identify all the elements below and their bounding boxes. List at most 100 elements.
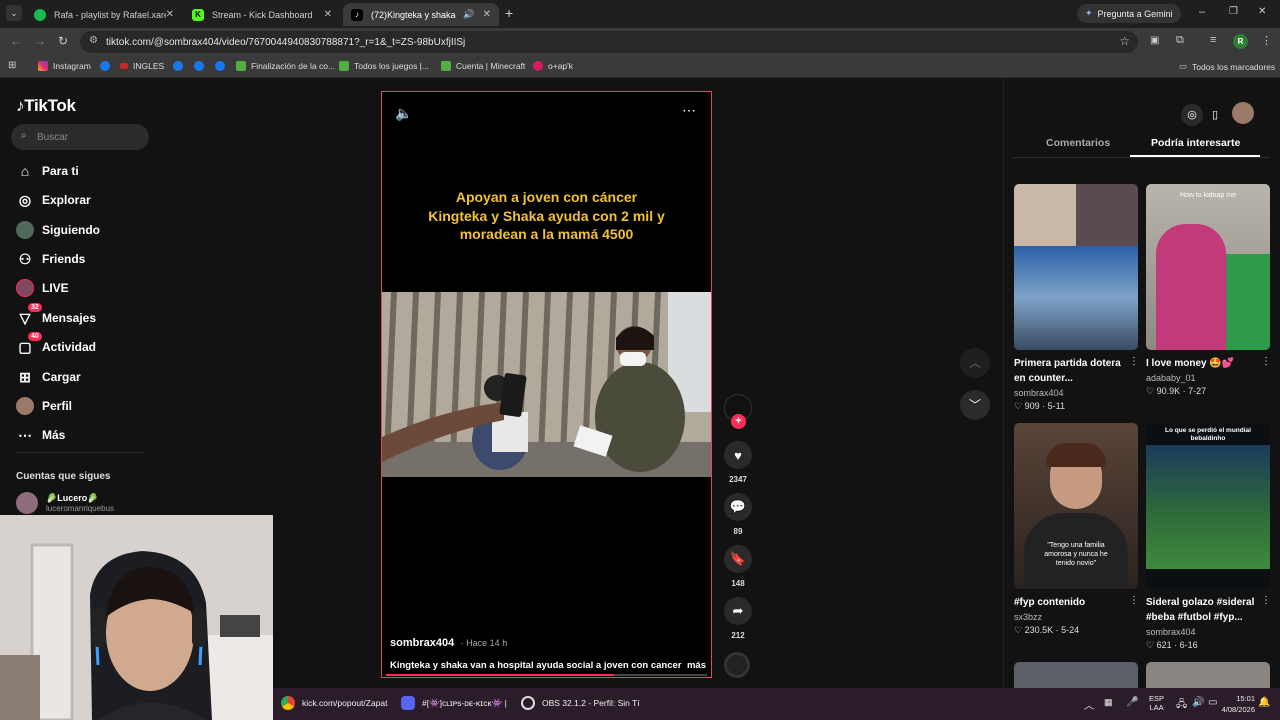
suggested-video-card[interactable]: Lo que se perdió el mundial bebaldinho S…	[1146, 423, 1271, 651]
bookmark-ingles[interactable]: INGLES	[120, 61, 164, 71]
sidebar-item-cargar[interactable]: ⊞ Cargar	[16, 367, 81, 387]
video-thumbnail[interactable]	[1146, 662, 1270, 688]
tab-tiktok[interactable]: ♪ (72)Kingteka y shaka van a 🔊 ✕	[343, 3, 499, 26]
bookmark-finalizacion[interactable]: Finalización de la co...	[236, 61, 335, 71]
all-bookmarks[interactable]: ▭ Todos los marcadores	[1179, 61, 1275, 72]
user-avatar[interactable]	[1232, 102, 1254, 124]
notification-icon[interactable]: 🔔	[1258, 697, 1270, 708]
language-code: ESP	[1149, 694, 1165, 703]
taskbar-item-obs[interactable]: OBS 32.1.2 - Perfil: Sin Tí	[521, 696, 640, 710]
heart-outline-icon: ♡	[1146, 640, 1155, 650]
profile-avatar[interactable]: R	[1233, 34, 1248, 49]
next-video-button[interactable]: ﹀	[960, 390, 990, 420]
close-icon[interactable]: ✕	[324, 9, 332, 20]
gemini-button[interactable]: ✦ Pregunta a Gemini	[1077, 4, 1181, 23]
language-indicator[interactable]: ESP LAA	[1149, 694, 1164, 712]
card-menu-icon[interactable]: ⋮	[1261, 595, 1271, 606]
taskbar-item-chrome[interactable]: kick.com/popout/Zapat	[281, 696, 388, 710]
share-button[interactable]: ➦ 212	[724, 597, 752, 640]
tab-comentarios[interactable]: Comentarios	[1046, 137, 1110, 149]
forward-arrow-icon[interactable]: →	[34, 34, 46, 48]
network-icon[interactable]: 🖧	[1176, 697, 1187, 714]
device-icon[interactable]: ▯	[1204, 104, 1226, 126]
apps-grid-icon[interactable]: ⊞	[8, 60, 16, 71]
card-menu-icon[interactable]: ⋮	[1261, 356, 1271, 367]
bookmark-instagram[interactable]: Instagram	[38, 61, 91, 71]
sound-disc[interactable]	[724, 652, 752, 678]
tab-search-button[interactable]: ⌄	[6, 5, 22, 21]
card-stats: ♡ 90.9K · 7-27	[1146, 386, 1207, 396]
speaker-icon[interactable]: 🔊	[463, 9, 474, 20]
tab-kick[interactable]: K Stream - Kick Dashboard ✕	[184, 3, 340, 26]
sidebar-item-perfil[interactable]: Perfil	[16, 396, 72, 416]
video-author[interactable]: sombrax404	[390, 637, 454, 649]
close-icon[interactable]: ✕	[166, 9, 174, 20]
search-input[interactable]: ⌕ Buscar	[11, 124, 149, 150]
card-date: 6-16	[1179, 640, 1198, 650]
facebook-icon[interactable]	[100, 61, 110, 71]
clock[interactable]: 15:01 4/08/2026	[1217, 693, 1255, 715]
tab-spotify[interactable]: Rafa - playlist by Rafael.xared | ✕	[26, 3, 182, 26]
previous-video-button[interactable]: ︿	[960, 348, 990, 378]
sidebar-item-explorar[interactable]: ◎ Explorar	[16, 190, 91, 210]
taskbar-label: OBS 32.1.2 - Perfil: Sin Tí	[542, 698, 640, 708]
follow-plus-icon[interactable]: +	[731, 414, 746, 429]
new-tab-button[interactable]: +	[505, 5, 513, 21]
sidebar-item-siguiendo[interactable]: Siguiendo	[16, 220, 100, 240]
card-menu-icon[interactable]: ⋮	[1129, 595, 1139, 606]
bookmark-todos-los-juegos[interactable]: Todos los juegos |...	[339, 61, 429, 71]
suggested-video-card[interactable]: How to kidnap me I love money 🤩💕 adababy…	[1146, 184, 1271, 397]
sidebar-item-label: Actividad	[42, 340, 97, 354]
comment-button[interactable]: 💬 89	[724, 493, 752, 536]
following-account[interactable]: 🥬Lucero🥬 luceromanriquebus	[16, 492, 114, 514]
sidebar-item-actividad[interactable]: ▢ 40 Actividad	[16, 332, 97, 357]
tray-chevron-icon[interactable]: ︿	[1084, 697, 1094, 712]
video-more-icon[interactable]: ⋯	[682, 102, 697, 119]
video-player[interactable]: 🔈 ⋯ Apoyan a joven con cáncer Kingteka y…	[381, 91, 712, 678]
reading-list-icon[interactable]: ≡	[1210, 34, 1216, 46]
suggested-video-card[interactable]: Primera partida dotera en counter... som…	[1014, 184, 1139, 412]
menu-dots-icon[interactable]: ⋮	[1261, 34, 1272, 47]
sidebar-item-para-ti[interactable]: ⌂ Para ti	[16, 161, 79, 181]
bookmark-label: INGLES	[133, 61, 165, 71]
suggested-video-card[interactable]: "Tengo una familia amorosa y nunca he te…	[1014, 423, 1139, 636]
volume-tray-icon[interactable]: 🔊	[1192, 697, 1204, 708]
site-info-icon[interactable]: ⚙	[89, 35, 98, 46]
tiktok-logo[interactable]: ♪TikTok	[16, 96, 76, 116]
bookmark-star-icon[interactable]: ☆	[1119, 34, 1130, 48]
minimize-button[interactable]: –	[1199, 6, 1205, 18]
facebook-icon[interactable]	[194, 61, 204, 71]
facebook-icon[interactable]	[173, 61, 183, 71]
sidebar-item-mas[interactable]: ⋯ Más	[16, 425, 65, 445]
cast-icon[interactable]: ▣	[1150, 35, 1159, 46]
microphone-icon[interactable]: 🎤	[1126, 697, 1138, 708]
back-arrow-icon[interactable]: ←	[10, 34, 22, 48]
home-icon: ⌂	[20, 163, 30, 179]
tray-app-icon[interactable]: ▦	[1104, 697, 1113, 708]
reload-icon[interactable]: ↻	[58, 34, 68, 48]
kick-icon: K	[192, 8, 204, 21]
bookmark-minecraft[interactable]: Cuenta | Minecraft	[441, 61, 525, 71]
tab-podria-interesarte[interactable]: Podría interesarte	[1151, 137, 1240, 149]
creator-avatar-follow[interactable]: +	[724, 394, 752, 429]
taskbar-item-discord[interactable]: #[👾]ᴄʟɪᴘs-ᴅᴇ-ᴋɪᴄᴋ👾 |	[401, 696, 507, 710]
restore-button[interactable]: ❐	[1229, 6, 1238, 17]
sidebar-item-mensajes[interactable]: ▽ 32 Mensajes	[16, 303, 96, 328]
sidebar-item-friends[interactable]: ⚇ Friends	[16, 249, 86, 269]
window-close-button[interactable]: ✕	[1258, 6, 1266, 17]
bookmark-oapk[interactable]: o+ap'k	[533, 61, 573, 71]
facebook-icon[interactable]	[215, 61, 225, 71]
url-input[interactable]: ⚙ tiktok.com/@sombrax404/video/767004494…	[80, 31, 1138, 53]
save-button[interactable]: 🔖 148	[724, 545, 752, 588]
card-menu-icon[interactable]: ⋮	[1129, 356, 1139, 367]
volume-icon[interactable]: 🔈	[395, 105, 412, 122]
extensions-icon[interactable]: ⧉	[1176, 34, 1184, 47]
video-thumbnail[interactable]	[1014, 662, 1138, 688]
sidebar-item-live[interactable]: LIVE	[16, 278, 69, 298]
like-button[interactable]: ♥ 2347	[724, 441, 752, 484]
close-icon[interactable]: ✕	[483, 9, 491, 20]
compass-circle-icon[interactable]: ◎	[1181, 104, 1203, 126]
caption-more-link[interactable]: más	[687, 660, 706, 671]
chrome-icon	[281, 696, 295, 710]
video-progress-track[interactable]	[386, 674, 707, 676]
